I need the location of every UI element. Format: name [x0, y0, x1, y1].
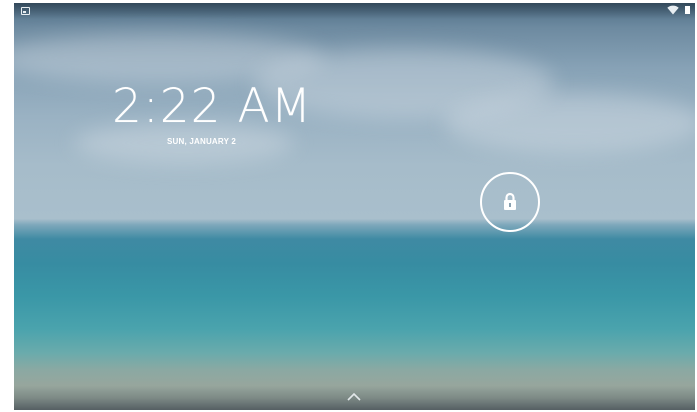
lockscreen-clock: 2:22 AM	[112, 79, 313, 134]
chevron-up-icon[interactable]	[346, 392, 362, 402]
battery-icon	[685, 6, 690, 14]
lockscreen-date: SUN, JANUARY 2	[167, 137, 237, 146]
device-frame: 2:22 AM SUN, JANUARY 2	[0, 0, 697, 412]
lock-screen: 2:22 AM SUN, JANUARY 2	[14, 3, 695, 410]
lock-icon	[504, 192, 516, 210]
wallpaper-cloud	[444, 93, 695, 153]
image-notification-icon	[21, 7, 30, 15]
status-bar	[14, 3, 695, 19]
unlock-handle[interactable]	[480, 172, 540, 232]
wifi-icon	[667, 5, 679, 15]
